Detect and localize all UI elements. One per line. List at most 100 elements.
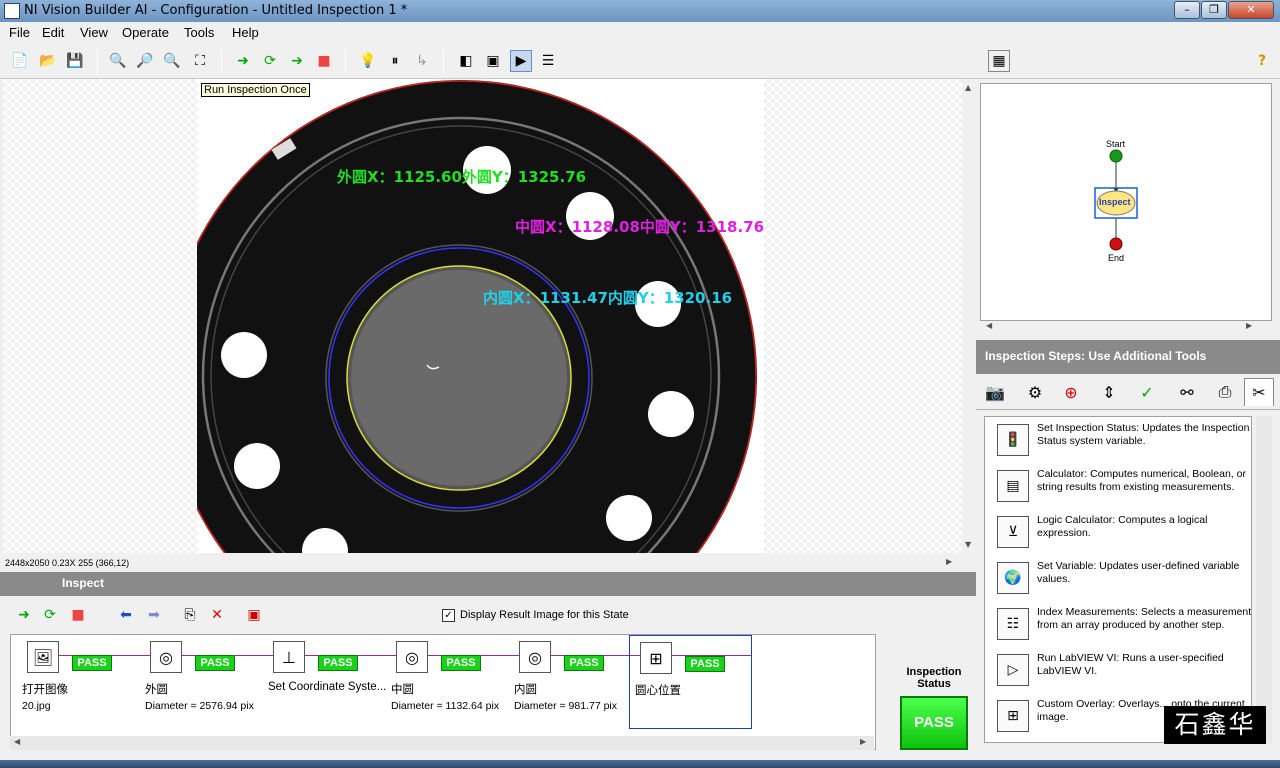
new-inspection-icon[interactable]: 📄: [9, 50, 31, 72]
traffic-light-icon: 🚦: [997, 424, 1029, 456]
step-icon[interactable]: ↳: [411, 50, 433, 72]
state-diagram[interactable]: Start Inspect End: [980, 83, 1272, 321]
scroll-up-icon[interactable]: ▲: [965, 83, 971, 92]
inspect-panel: Inspect ➜ ⟳ ■ ⬅ ➡ ⎘ ✕ ▣ ✓ Display Result…: [0, 572, 976, 768]
acquire-images-tab-icon[interactable]: 📷: [980, 378, 1010, 406]
menu-operate[interactable]: Operate: [122, 25, 169, 40]
step-open-image[interactable]: 🖼 PASS 打开图像 20.jpg: [17, 635, 140, 729]
display-result-checkbox[interactable]: ✓: [442, 609, 455, 622]
menu-edit[interactable]: Edit: [42, 25, 64, 40]
run-step-once-icon[interactable]: ➜: [12, 604, 36, 626]
overlay-inner-circle: 内圆X：1131.47内圆Y：1320.16: [483, 289, 733, 307]
steps-horizontal-scrollbar[interactable]: ◀ ▶: [10, 736, 874, 750]
zoom-1to1-icon[interactable]: 🔍: [161, 50, 183, 72]
step-name: 中圆: [391, 684, 414, 696]
part-image: [197, 79, 764, 553]
enhance-images-tab-icon[interactable]: ⚙: [1020, 378, 1050, 406]
tools-vertical-scrollbar[interactable]: [1256, 416, 1272, 743]
step-middle-circle[interactable]: ◎ PASS 中圆 Diameter = 1132.64 pix: [386, 635, 509, 729]
overlay-icon: ⊞: [640, 642, 672, 674]
flow-horizontal-scrollbar[interactable]: ◀ ▶: [980, 321, 1252, 333]
step-name: 内圆: [514, 684, 537, 696]
open-image-icon: 🖼: [27, 641, 59, 673]
check-presence-tab-icon[interactable]: ✓: [1132, 378, 1162, 406]
step-palette-tabs: 📷 ⚙ ⊕ ⇕ ✓ ⚯ ⎙ ✂: [976, 374, 1280, 410]
step-status-badge: PASS: [564, 655, 604, 671]
inspection-results-icon[interactable]: ☰: [537, 50, 559, 72]
stop-step-icon[interactable]: ■: [66, 604, 90, 626]
window-title: NI Vision Builder AI - Configuration - U…: [24, 3, 408, 18]
inspection-status-indicator: PASS: [900, 696, 968, 750]
step-status-badge: PASS: [72, 655, 112, 671]
image-display-icon[interactable]: ▣: [482, 50, 504, 72]
help-icon[interactable]: ?: [1251, 50, 1273, 72]
stop-icon[interactable]: ■: [313, 50, 335, 72]
open-folder-icon[interactable]: 📂: [37, 50, 59, 72]
move-step-left-icon[interactable]: ⬅: [114, 604, 138, 626]
logic-icon: ⊻: [997, 516, 1029, 548]
step-name: 圆心位置: [635, 685, 681, 697]
calculator-icon: ▤: [997, 470, 1029, 502]
close-button[interactable]: ✕: [1228, 1, 1274, 19]
step-outer-circle[interactable]: ◎ PASS 外圆 Diameter = 2576.94 pix: [140, 635, 263, 729]
step-name: 打开图像: [22, 684, 68, 696]
highlight-execution-icon[interactable]: 💡: [357, 50, 379, 72]
scroll-right-icon[interactable]: ▶: [946, 557, 952, 566]
step-set-coordinate-system[interactable]: ⊥ PASS Set Coordinate Syste...: [263, 635, 386, 729]
inspection-status-panel: Inspection Status PASS: [890, 658, 976, 758]
scroll-down-icon[interactable]: ▼: [965, 540, 971, 549]
pause-icon[interactable]: ⏸: [384, 50, 406, 72]
communicate-tab-icon[interactable]: ⎙: [1210, 378, 1240, 406]
menu-help[interactable]: Help: [232, 25, 259, 40]
inspect-panel-title: Inspect: [0, 572, 976, 596]
title-bar: NI Vision Builder AI - Configuration - U…: [0, 0, 1280, 22]
step-center-position[interactable]: ⊞ PASS 圆心位置: [629, 635, 752, 729]
additional-tools-tab-icon[interactable]: ✂: [1244, 378, 1274, 406]
menu-tools[interactable]: Tools: [184, 25, 214, 40]
overlay-icon: ⊞: [997, 700, 1029, 732]
image-viewer[interactable]: 外圆X：1125.60外圆Y：1325.76 中圆X：1128.08中圆Y：13…: [0, 79, 976, 572]
move-step-right-icon[interactable]: ➡: [142, 604, 166, 626]
labview-icon: ▷: [997, 654, 1029, 686]
overlay-outer-circle: 外圆X：1125.60外圆Y：1325.76: [337, 168, 587, 186]
zoom-in-icon[interactable]: 🔍: [107, 50, 129, 72]
delete-step-icon[interactable]: ✕: [205, 604, 229, 626]
step-name: Set Coordinate Syste...: [268, 681, 387, 693]
state-diagram-panel: Start Inspect End ◀ ▶: [976, 79, 1280, 340]
flow-start-label: Start: [1106, 139, 1126, 149]
display-result-label: Display Result Image for this State: [460, 609, 629, 621]
locate-features-tab-icon[interactable]: ⊕: [1056, 378, 1086, 406]
minimize-button[interactable]: –: [1174, 1, 1200, 19]
menu-view[interactable]: View: [80, 25, 108, 40]
run-until-fail-icon[interactable]: ➔: [286, 50, 308, 72]
save-icon[interactable]: 💾: [64, 50, 86, 72]
run-once-icon[interactable]: ➜: [232, 50, 254, 72]
main-toolbar: 📄 📂 💾 🔍 🔎 🔍 ⛶ ➜ ⟳ ➔ ■ 💡 ⏸ ↳ ◧ ▣ ▶ ☰ ▦ ?: [0, 43, 1280, 79]
overlay-middle-circle: 中圆X：1128.08中圆Y：1318.76: [515, 218, 764, 236]
zoom-fit-icon[interactable]: ⛶: [189, 50, 211, 72]
tooltip: Run Inspection Once: [201, 83, 310, 97]
inspection-image[interactable]: [197, 79, 764, 553]
restore-button[interactable]: ❐: [1201, 1, 1227, 19]
scroll-left-icon[interactable]: ◀: [14, 737, 20, 746]
configure-state-icon[interactable]: ▦: [988, 50, 1010, 72]
copy-step-icon[interactable]: ⎘: [178, 604, 202, 626]
zoom-out-icon[interactable]: 🔎: [134, 50, 156, 72]
step-inner-circle[interactable]: ◎ PASS 内圆 Diameter = 981.77 pix: [509, 635, 632, 729]
next-image-icon[interactable]: ▶: [510, 50, 532, 72]
previous-image-icon[interactable]: ◧: [455, 50, 477, 72]
inspection-step-strip: 🖼 PASS 打开图像 20.jpg ◎ PASS 外圆 Diameter = …: [10, 634, 876, 750]
measure-features-tab-icon[interactable]: ⇕: [1094, 378, 1124, 406]
viewer-vertical-scrollbar[interactable]: ▲ ▼: [962, 79, 976, 553]
coordinate-system-icon: ⊥: [273, 641, 305, 673]
identify-parts-tab-icon[interactable]: ⚯: [1172, 378, 1202, 406]
run-step-continuous-icon[interactable]: ⟳: [38, 604, 62, 626]
scroll-right-icon[interactable]: ▶: [860, 737, 866, 746]
menu-file[interactable]: File: [9, 25, 30, 40]
step-name: 外圆: [145, 684, 168, 696]
scroll-right-icon[interactable]: ▶: [1246, 321, 1252, 330]
run-continuous-icon[interactable]: ⟳: [259, 50, 281, 72]
step-settings-icon[interactable]: ▣: [242, 604, 266, 626]
scroll-left-icon[interactable]: ◀: [986, 321, 992, 330]
flow-inspect-state[interactable]: Inspect: [1099, 197, 1131, 207]
